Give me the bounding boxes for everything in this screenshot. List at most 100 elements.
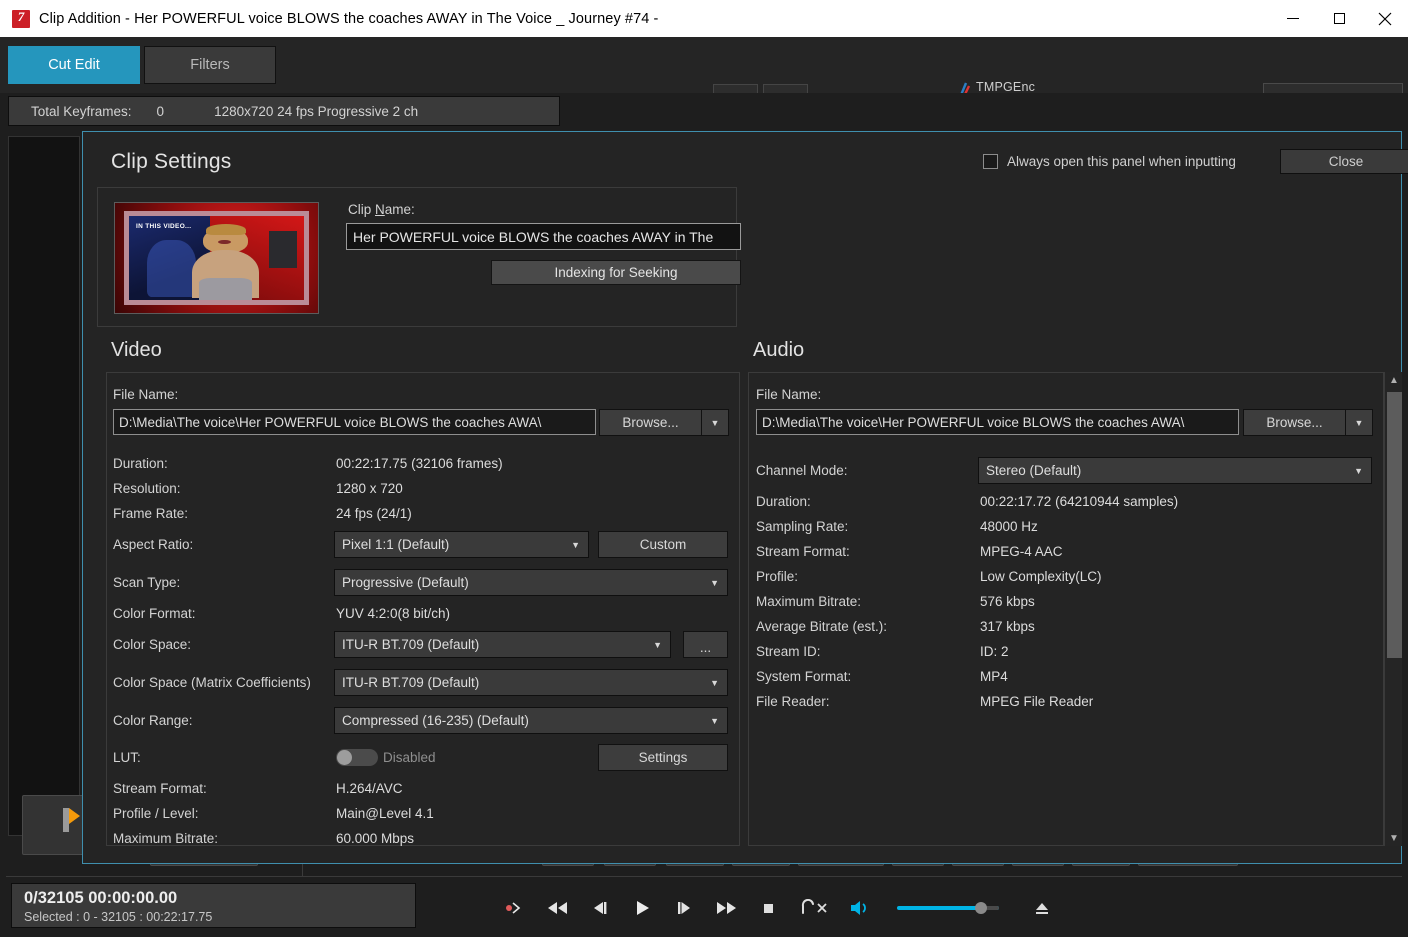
video-file-name-label: File Name: xyxy=(113,387,179,402)
lut-settings-button[interactable]: Settings xyxy=(598,744,728,771)
keyframes-label: Total Keyframes: xyxy=(31,103,132,119)
audio-file-reader-label: File Reader: xyxy=(756,694,830,709)
step-forward-icon[interactable] xyxy=(663,893,705,923)
stop-icon[interactable] xyxy=(747,893,789,923)
video-duration-value: 00:22:17.75 (32106 frames) xyxy=(336,456,503,471)
audio-sampling-rate-label: Sampling Rate: xyxy=(756,519,849,534)
matrix-coefficients-select[interactable]: ITU-R BT.709 (Default) ▼ xyxy=(334,669,728,696)
volume-slider[interactable] xyxy=(897,902,999,914)
channel-mode-select[interactable]: Stereo (Default) ▼ xyxy=(978,457,1372,484)
chevron-down-icon[interactable]: ▼ xyxy=(701,409,729,436)
audio-stream-id-label: Stream ID: xyxy=(756,644,821,659)
background-marker-flag-icon xyxy=(69,808,80,824)
aspect-ratio-select[interactable]: Pixel 1:1 (Default) ▼ xyxy=(334,531,589,558)
timecode-display: 0/32105 00:00:00.00 Selected : 0 - 32105… xyxy=(11,883,416,928)
color-range-value: Compressed (16-235) (Default) xyxy=(342,713,529,728)
chevron-down-icon: ▼ xyxy=(710,715,719,726)
video-stream-format-label: Stream Format: xyxy=(113,781,207,796)
audio-file-name-input[interactable]: D:\Media\The voice\Her POWERFUL voice BL… xyxy=(756,409,1239,435)
app-logo-icon xyxy=(12,9,30,28)
clip-name-label: Clip Name: xyxy=(348,202,415,217)
chevron-down-icon: ▼ xyxy=(1354,465,1363,476)
main-toolbar: Cut Edit Filters TMPGEnc xyxy=(0,37,1408,119)
audio-file-name-label: File Name: xyxy=(756,387,822,402)
audio-avg-bitrate-value: 317 kbps xyxy=(980,619,1035,634)
audio-file-reader-value: MPEG File Reader xyxy=(980,694,1094,709)
channel-mode-label: Channel Mode: xyxy=(756,463,848,478)
audio-profile-value: Low Complexity(LC) xyxy=(980,569,1102,584)
fast-forward-icon[interactable] xyxy=(705,893,747,923)
clip-name-input[interactable]: Her POWERFUL voice BLOWS the coaches AWA… xyxy=(346,223,741,250)
lut-toggle[interactable] xyxy=(336,749,378,766)
transport-controls xyxy=(495,893,1063,923)
video-file-name-input[interactable]: D:\Media\The voice\Her POWERFUL voice BL… xyxy=(113,409,596,435)
scan-type-select[interactable]: Progressive (Default) ▼ xyxy=(334,569,728,596)
play-icon[interactable] xyxy=(621,893,663,923)
audio-max-bitrate-value: 576 kbps xyxy=(980,594,1035,609)
window-controls xyxy=(1270,0,1408,37)
step-back-icon[interactable] xyxy=(579,893,621,923)
audio-scrollbar[interactable]: ▲ ▼ xyxy=(1384,372,1402,846)
close-icon[interactable] xyxy=(1362,0,1408,37)
audio-profile-label: Profile: xyxy=(756,569,799,584)
aspect-ratio-value: Pixel 1:1 (Default) xyxy=(342,537,450,552)
dialog-title: Clip Settings xyxy=(111,150,232,173)
title-bar: Clip Addition - Her POWERFUL voice BLOWS… xyxy=(0,0,1408,37)
audio-max-bitrate-label: Maximum Bitrate: xyxy=(756,594,862,609)
thumbnail-caption: IN THIS VIDEO... xyxy=(136,222,192,230)
color-range-select[interactable]: Compressed (16-235) (Default) ▼ xyxy=(334,707,728,734)
scrollbar-thumb[interactable] xyxy=(1387,392,1402,658)
info-strip: Total Keyframes: 0 1280x720 24 fps Progr… xyxy=(0,93,1408,218)
channel-mode-value: Stereo (Default) xyxy=(986,463,1082,478)
color-space-select[interactable]: ITU-R BT.709 (Default) ▼ xyxy=(334,631,671,658)
video-frame-rate-label: Frame Rate: xyxy=(113,506,189,521)
color-space-more-button[interactable]: ... xyxy=(683,631,728,658)
video-duration-label: Duration: xyxy=(113,456,168,471)
clip-settings-dialog: Clip Settings Always open this panel whe… xyxy=(82,131,1408,864)
chevron-down-icon: ▼ xyxy=(710,677,719,688)
set-start-icon[interactable] xyxy=(495,893,537,923)
tab-cut-edit[interactable]: Cut Edit xyxy=(8,46,140,84)
audio-browse-button[interactable]: Browse... xyxy=(1243,409,1345,436)
audio-avg-bitrate-label: Average Bitrate (est.): xyxy=(756,619,888,634)
bottom-bar: 0/32105 00:00:00.00 Selected : 0 - 32105… xyxy=(0,877,1408,937)
eject-icon[interactable] xyxy=(1021,893,1063,923)
lut-state-label: Disabled xyxy=(383,750,436,765)
indexing-for-seeking-button[interactable]: Indexing for Seeking xyxy=(491,260,741,285)
maximize-icon[interactable] xyxy=(1316,0,1362,37)
volume-slider-knob[interactable] xyxy=(975,902,987,914)
video-section-title: Video xyxy=(111,339,162,361)
video-browse-button[interactable]: Browse... xyxy=(599,409,701,436)
color-format-value: YUV 4:2:0(8 bit/ch) xyxy=(336,606,451,621)
chevron-down-icon: ▼ xyxy=(710,577,719,588)
matrix-coefficients-label: Color Space (Matrix Coefficients) xyxy=(113,675,311,690)
audio-duration-label: Duration: xyxy=(756,494,811,509)
video-resolution-value: 1280 x 720 xyxy=(336,481,403,496)
audio-system-format-label: System Format: xyxy=(756,669,852,684)
always-open-option[interactable]: Always open this panel when inputting xyxy=(983,154,1236,169)
close-panel-button[interactable]: Close xyxy=(1280,149,1408,174)
video-frame-rate-value: 24 fps (24/1) xyxy=(336,506,412,521)
clip-summary-box: IN THIS VIDEO... Clip Name: Her POWERFUL… xyxy=(97,187,741,327)
chevron-down-icon: ▼ xyxy=(653,639,662,650)
always-open-checkbox[interactable] xyxy=(983,154,998,169)
clip-thumbnail: IN THIS VIDEO... xyxy=(114,202,319,314)
audio-sampling-rate-value: 48000 Hz xyxy=(980,519,1038,534)
chevron-down-icon[interactable]: ▼ xyxy=(1345,409,1373,436)
brand-line-1: TMPGEnc xyxy=(976,80,1036,94)
aspect-ratio-label: Aspect Ratio: xyxy=(113,537,194,552)
audio-stream-format-label: Stream Format: xyxy=(756,544,850,559)
aspect-ratio-custom-button[interactable]: Custom xyxy=(598,531,728,558)
minimize-icon[interactable] xyxy=(1270,0,1316,37)
scroll-down-icon[interactable]: ▼ xyxy=(1385,830,1403,846)
color-space-label: Color Space: xyxy=(113,637,192,652)
rewind-icon[interactable] xyxy=(537,893,579,923)
audio-section-box xyxy=(748,372,1384,846)
scroll-up-icon[interactable]: ▲ xyxy=(1385,372,1403,388)
loop-off-icon[interactable] xyxy=(789,893,839,923)
lut-label: LUT: xyxy=(113,750,141,765)
tab-filters[interactable]: Filters xyxy=(144,46,276,84)
app-window: Clip Addition - Her POWERFUL voice BLOWS… xyxy=(0,0,1408,937)
color-format-label: Color Format: xyxy=(113,606,196,621)
volume-icon[interactable] xyxy=(839,893,881,923)
